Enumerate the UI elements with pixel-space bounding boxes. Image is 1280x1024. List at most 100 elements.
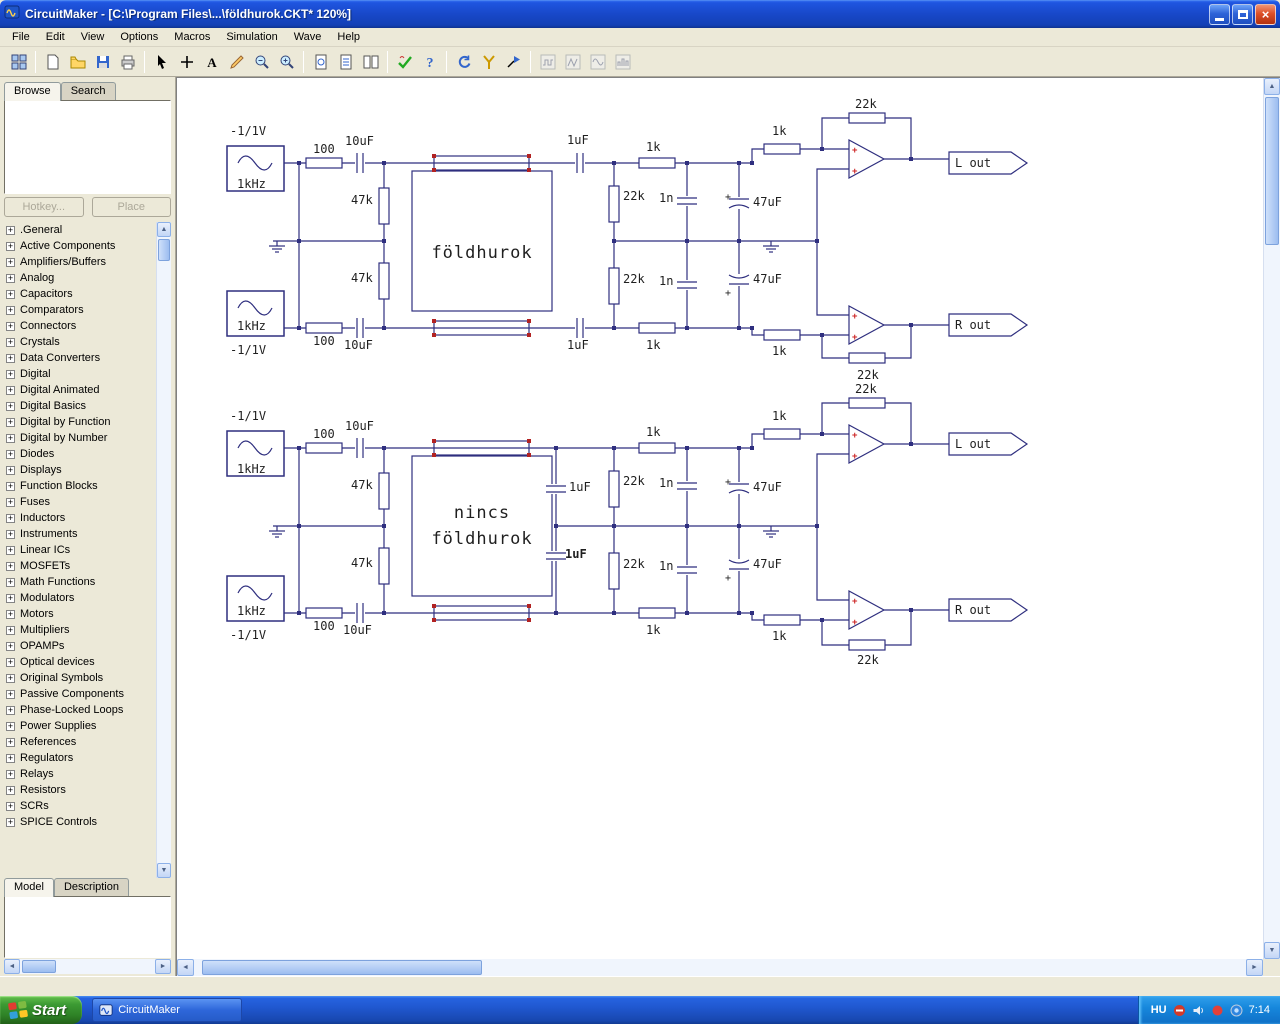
save-button[interactable] — [90, 50, 115, 74]
canvas-vscrollbar-thumb[interactable] — [1265, 97, 1279, 245]
resistor[interactable] — [848, 112, 886, 124]
tree-item-digital-by-number[interactable]: + Digital by Number — [4, 430, 156, 446]
language-indicator[interactable]: HU — [1151, 1004, 1167, 1016]
scroll-up-icon[interactable]: ▲ — [157, 222, 171, 237]
hotkey-button[interactable]: Hotkey... — [4, 197, 84, 217]
open-folder-button[interactable] — [65, 50, 90, 74]
expand-icon[interactable]: + — [6, 465, 15, 475]
tree-item-spice-controls[interactable]: + SPICE Controls — [4, 814, 156, 830]
tab-search[interactable]: Search — [60, 82, 116, 100]
taskbar-app-circuitmaker[interactable]: CircuitMaker — [92, 998, 243, 1022]
browse-panel-button[interactable] — [6, 50, 31, 74]
expand-icon[interactable]: + — [6, 705, 15, 715]
expand-icon[interactable]: + — [6, 801, 15, 811]
tree-item-connectors[interactable]: + Connectors — [4, 318, 156, 334]
close-button[interactable]: × — [1255, 3, 1276, 25]
split-view-button[interactable] — [358, 50, 383, 74]
tree-item-modulators[interactable]: + Modulators — [4, 590, 156, 606]
expand-icon[interactable]: + — [6, 401, 15, 411]
scroll-left-icon[interactable]: ◄ — [177, 959, 194, 976]
tab-description[interactable]: Description — [53, 878, 129, 896]
capacitor[interactable] — [675, 195, 699, 207]
capacitor[interactable] — [354, 316, 366, 340]
tab-browse[interactable]: Browse — [4, 82, 61, 101]
tree-item-instruments[interactable]: + Instruments — [4, 526, 156, 542]
expand-icon[interactable]: + — [6, 737, 15, 747]
scroll-left-icon[interactable]: ◄ — [4, 959, 20, 974]
cable-winding[interactable] — [431, 603, 532, 623]
cursor-tool-button[interactable] — [149, 50, 174, 74]
digital-scope-button[interactable] — [560, 50, 585, 74]
tree-item-optical-devices[interactable]: + Optical devices — [4, 654, 156, 670]
tree-item-passive-components[interactable]: + Passive Components — [4, 686, 156, 702]
resistor[interactable] — [608, 552, 620, 590]
tree-item-motors[interactable]: + Motors — [4, 606, 156, 622]
page-view-button[interactable] — [333, 50, 358, 74]
menu-wave[interactable]: Wave — [286, 29, 330, 45]
signal-generator-button[interactable] — [585, 50, 610, 74]
tree-item-power-supplies[interactable]: + Power Supplies — [4, 718, 156, 734]
antivirus-icon[interactable] — [1173, 1004, 1186, 1017]
expand-icon[interactable]: + — [6, 289, 15, 299]
capacitor[interactable] — [574, 151, 586, 175]
expand-icon[interactable]: + — [6, 481, 15, 491]
resistor[interactable] — [305, 157, 343, 169]
expand-icon[interactable]: + — [6, 273, 15, 283]
expand-icon[interactable]: + — [6, 369, 15, 379]
tree-item-diodes[interactable]: + Diodes — [4, 446, 156, 462]
resistor[interactable] — [848, 397, 886, 409]
capacitor[interactable] — [354, 151, 366, 175]
resistor[interactable] — [763, 329, 801, 341]
expand-icon[interactable]: + — [6, 753, 15, 763]
expand-icon[interactable]: + — [6, 641, 15, 651]
menu-edit[interactable]: Edit — [38, 29, 73, 45]
resistor[interactable] — [608, 470, 620, 508]
ground-symbol[interactable] — [762, 525, 780, 538]
resistor[interactable] — [305, 322, 343, 334]
tree-item-references[interactable]: + References — [4, 734, 156, 750]
ground-symbol[interactable] — [268, 240, 286, 253]
tree-item-analog[interactable]: + Analog — [4, 270, 156, 286]
expand-icon[interactable]: + — [6, 433, 15, 443]
menu-macros[interactable]: Macros — [166, 29, 218, 45]
scroll-down-icon[interactable]: ▼ — [1264, 942, 1280, 959]
resistor[interactable] — [848, 639, 886, 651]
canvas-hscrollbar-thumb[interactable] — [202, 960, 482, 975]
tree-item-active-components[interactable]: + Active Components — [4, 238, 156, 254]
tree-scrollbar[interactable]: ▲ ▼ — [156, 222, 171, 878]
resistor[interactable] — [638, 322, 676, 334]
probe-tool-button[interactable] — [476, 50, 501, 74]
scroll-down-icon[interactable]: ▼ — [157, 863, 171, 878]
expand-icon[interactable]: + — [6, 305, 15, 315]
tab-model[interactable]: Model — [4, 878, 54, 897]
resistor[interactable] — [763, 614, 801, 626]
cable-winding[interactable] — [431, 318, 532, 338]
tree-item-multipliers[interactable]: + Multipliers — [4, 622, 156, 638]
tree-item-amplifiers-buffers[interactable]: + Amplifiers/Buffers — [4, 254, 156, 270]
resistor[interactable] — [608, 267, 620, 305]
scroll-right-icon[interactable]: ► — [1246, 959, 1263, 976]
canvas-vscrollbar[interactable]: ▲ ▼ — [1263, 78, 1280, 959]
tree-item-inductors[interactable]: + Inductors — [4, 510, 156, 526]
scroll-up-icon[interactable]: ▲ — [1264, 78, 1280, 95]
expand-icon[interactable]: + — [6, 657, 15, 667]
tree-item-linear-ics[interactable]: + Linear ICs — [4, 542, 156, 558]
new-document-button[interactable] — [40, 50, 65, 74]
capacitor[interactable] — [544, 550, 568, 562]
tree-item-fuses[interactable]: + Fuses — [4, 494, 156, 510]
expand-icon[interactable]: + — [6, 721, 15, 731]
print-button[interactable] — [115, 50, 140, 74]
tree-item-function-blocks[interactable]: + Function Blocks — [4, 478, 156, 494]
resistor[interactable] — [305, 607, 343, 619]
expand-icon[interactable]: + — [6, 353, 15, 363]
capacitor[interactable] — [574, 316, 586, 340]
menu-help[interactable]: Help — [329, 29, 368, 45]
expand-icon[interactable]: + — [6, 241, 15, 251]
fit-page-button[interactable] — [308, 50, 333, 74]
capacitor[interactable] — [354, 601, 366, 625]
resistor[interactable] — [638, 442, 676, 454]
tree-item-resistors[interactable]: + Resistors — [4, 782, 156, 798]
tree-item-general[interactable]: + .General — [4, 222, 156, 238]
resistor[interactable] — [848, 352, 886, 364]
messenger-icon[interactable] — [1230, 1004, 1243, 1017]
